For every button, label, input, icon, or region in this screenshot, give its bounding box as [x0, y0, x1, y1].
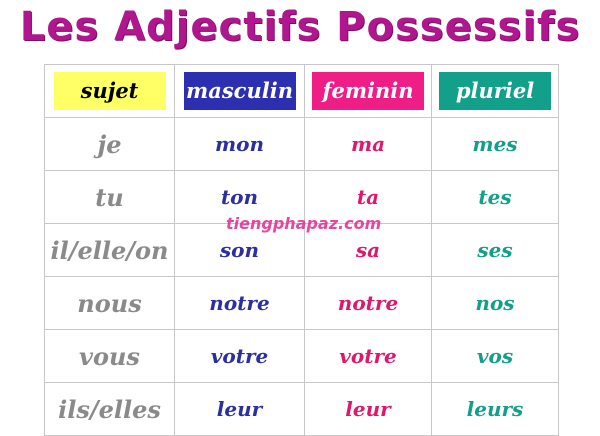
pronoun-cell: il/elle/on [44, 223, 175, 277]
pluriel-cell: mes [431, 117, 559, 171]
pronoun-cell: tu [44, 170, 175, 224]
pluriel-cell: tes [431, 170, 559, 224]
header-feminin: feminin [312, 72, 424, 110]
masculin-cell: votre [174, 329, 305, 383]
header-pluriel: pluriel [439, 72, 551, 110]
pluriel-cell: vos [431, 329, 559, 383]
header-masculin: masculin [183, 72, 296, 110]
pronoun-cell: ils/elles [44, 382, 175, 436]
header-cell-pluriel: pluriel [431, 64, 559, 118]
header-row: sujet masculin feminin pluriel [44, 64, 559, 118]
table-row: je mon ma mes [44, 117, 559, 171]
header-cell-feminin: feminin [304, 64, 432, 118]
pronoun-cell: nous [44, 276, 175, 330]
header-cell-masculin: masculin [174, 64, 305, 118]
header-sujet: sujet [53, 72, 166, 110]
table-row: nous notre notre nos [44, 276, 559, 330]
page-title: Les Adjectifs Possessifs [19, 4, 581, 50]
header-cell-sujet: sujet [44, 64, 175, 118]
watermark: tiengphapaz.com [226, 214, 382, 233]
table-row: ils/elles leur leur leurs [44, 382, 559, 436]
feminin-cell: notre [304, 276, 432, 330]
possessive-adjectives-table: sujet masculin feminin pluriel je mon ma… [44, 64, 559, 436]
feminin-cell: votre [304, 329, 432, 383]
pluriel-cell: nos [431, 276, 559, 330]
masculin-cell: notre [174, 276, 305, 330]
pluriel-cell: ses [431, 223, 559, 277]
pluriel-cell: leurs [431, 382, 559, 436]
masculin-cell: leur [174, 382, 305, 436]
pronoun-cell: je [44, 117, 175, 171]
pronoun-cell: vous [44, 329, 175, 383]
feminin-cell: ma [304, 117, 432, 171]
table-row: vous votre votre vos [44, 329, 559, 383]
feminin-cell: leur [304, 382, 432, 436]
masculin-cell: mon [174, 117, 305, 171]
